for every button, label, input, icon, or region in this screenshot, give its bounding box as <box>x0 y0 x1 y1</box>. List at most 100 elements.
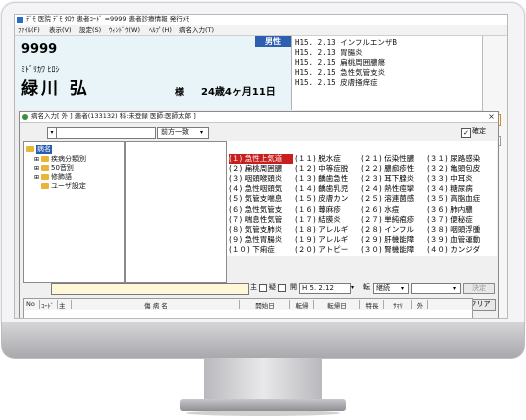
dropdown-arrow[interactable]: ▾ <box>47 127 57 139</box>
monitor-screen: ﾃﾞﾓ 医院 ﾃﾞﾓ ﾀﾛｳ 患者ｺｰﾄﾞ =9999 患者診療情報 発行ﾒﾓ … <box>14 14 508 319</box>
confirm-checkbox[interactable]: ✓ <box>461 128 471 138</box>
disease-grid-cell[interactable]: (１９) アレルギ <box>295 235 359 245</box>
disease-grid-cell[interactable]: (２２) 膿痂疹性 <box>361 164 425 174</box>
disease-grid-cell[interactable]: (３１) 尿路感染 <box>427 154 493 164</box>
disease-grid-cell[interactable]: (１３) 齲歯急性 <box>295 174 359 184</box>
disease-grid-cell[interactable]: (１８) アレルギ <box>295 225 359 235</box>
disease-grid-cell[interactable]: (２０) アトピー <box>295 245 359 255</box>
disease-grid-cell[interactable]: (３４) 糖尿病 <box>427 184 493 194</box>
monitor-stand-base <box>180 399 346 411</box>
menu-bar: ﾌｧｲﾙ(F) 表示(V) 設定(S) ｳｨﾝﾄﾞｳ(W) ﾍﾙﾌﾟ(H) 病名… <box>15 25 507 36</box>
dialog-title: 病名入力[ 外 ] 患者(133132) 科:未登録 医師:医師太郎 ] <box>31 112 196 120</box>
disease-grid-cell[interactable]: (４０) カンジダ <box>427 245 493 255</box>
disease-grid-cell[interactable]: (２８) インフル <box>361 225 425 235</box>
patient-id: 9999 <box>21 42 58 57</box>
disease-grid-cell[interactable]: (３０) 腎機能障 <box>361 245 425 255</box>
disease-grid-cell[interactable]: (９) 急性胃腸炎 <box>229 235 293 245</box>
patient-header: 9999 ﾐﾄﾞﾘｶﾜ ﾋﾛｼ 緑川 弘 様 24歳4ヶ月11日 <box>15 36 292 110</box>
disease-grid-cell[interactable]: (２５) 溶連菌感 <box>361 194 425 204</box>
disease-grid-cell[interactable]: (１４) 齲歯乳児 <box>295 184 359 194</box>
menu-item-disease-entry[interactable]: 病名入力(T) <box>179 26 214 35</box>
menu-item-view[interactable]: 表示(V) <box>49 26 72 35</box>
tree-label: 病名 <box>36 145 52 154</box>
outcome-value: 継続 <box>376 284 390 292</box>
column-header-code[interactable]: ｺｰﾄﾞ <box>41 300 58 310</box>
disease-grid-cell[interactable]: (１２) 中等症脱 <box>295 164 359 174</box>
register-button[interactable]: 決定 <box>463 283 495 294</box>
column-header-main[interactable]: 主 <box>59 300 72 310</box>
disease-name-input[interactable] <box>51 283 249 295</box>
disease-grid-cell[interactable]: (１７) 結膜炎 <box>295 215 359 225</box>
disease-grid-cell[interactable]: (３２) 亀頭包皮 <box>427 164 493 174</box>
dialog-title-bar: 病名入力[ 外 ] 患者(133132) 科:未登録 医師:医師太郎 ] × <box>20 112 498 123</box>
menu-item-window[interactable]: ｳｨﾝﾄﾞｳ(W) <box>109 26 140 35</box>
tree-label: 50音別 <box>51 164 74 172</box>
outcome-label: 転 <box>363 283 370 291</box>
outcome-select[interactable]: 継続 ▾ <box>373 283 409 294</box>
disease-grid-cell[interactable]: (２１) 伝染性膿 <box>361 154 425 164</box>
column-header-disease-name[interactable]: 傷 病 名 <box>73 300 240 310</box>
search-input[interactable] <box>50 127 156 139</box>
disease-grid-cell[interactable]: (１０) 下痢症 <box>229 245 293 255</box>
disease-grid-cell[interactable]: (５) 気管支喘息 <box>229 194 293 204</box>
entry-row: 主 疑 開 H 5. 2.12 ▾ 転 継続 ▾ ▾ 決定 <box>23 283 497 295</box>
disease-grid-cell[interactable]: (７) 喘息性気管 <box>229 215 293 225</box>
column-header-summary[interactable]: ｻﾏﾘ <box>385 300 412 310</box>
disease-grid-cell[interactable]: (４) 急性咽頭気 <box>229 184 293 194</box>
disease-grid-cell[interactable]: (１５) 皮膚カン <box>295 194 359 204</box>
expand-icon[interactable]: ⊞ <box>34 165 39 172</box>
doubt-checkbox[interactable] <box>278 284 286 292</box>
disease-grid-cell[interactable]: (８) 気管支肺炎 <box>229 225 293 235</box>
chevron-down-icon: ▾ <box>401 285 405 292</box>
menu-item-file[interactable]: ﾌｧｲﾙ(F) <box>18 26 40 35</box>
extra-select[interactable]: ▾ <box>411 283 461 294</box>
disease-grid-header <box>227 141 497 152</box>
start-date-value: H 5. 2.12 <box>302 284 334 292</box>
disease-grid-cell[interactable]: (３８) 咽頭浮腫 <box>427 225 493 235</box>
disease-history-panel: H15. 2.13 インフルエンザB H15. 2.13 胃腸炎 H15. 2.… <box>292 36 482 110</box>
disease-grid-cell[interactable]: (１６) 蕁麻疹 <box>295 205 359 215</box>
date-stepper[interactable]: ▾ <box>351 283 358 292</box>
disease-grid-cell[interactable]: (３７) 便秘症 <box>427 215 493 225</box>
disease-grid-cell[interactable]: (３６) 肺内膿 <box>427 205 493 215</box>
disease-grid-cell[interactable]: (２４) 熱性痙攣 <box>361 184 425 194</box>
disease-grid-cell[interactable]: (６) 急性気管支 <box>229 205 293 215</box>
main-checkbox[interactable] <box>259 284 267 292</box>
disease-grid-cell[interactable]: (３９) 血管運動 <box>427 235 493 245</box>
column-header-outcome-date[interactable]: 転帰日 <box>315 300 360 310</box>
history-item[interactable]: H15. 2.15 皮膚掻痒症 <box>295 77 378 88</box>
patient-age: 24歳4ヶ月11日 <box>201 87 276 98</box>
selected-disease-table-body[interactable] <box>23 310 473 318</box>
disease-grid-cell[interactable]: (１) 急性上気道 <box>229 154 293 164</box>
disease-grid-cell[interactable]: (３) 咽頭喉頭炎 <box>229 174 293 184</box>
patient-name: 緑川 弘 <box>21 79 90 99</box>
disease-grid-cell[interactable]: (１１) 脱水症 <box>295 154 359 164</box>
patient-sex-badge: 男性 <box>255 36 291 47</box>
menu-item-settings[interactable]: 設定(S) <box>79 26 101 35</box>
match-mode-select[interactable]: 前方一致 ▾ <box>157 127 209 139</box>
disease-grid-cell[interactable]: (２７) 単純疱疹 <box>361 215 425 225</box>
menu-item-help[interactable]: ﾍﾙﾌﾟ(H) <box>149 26 172 35</box>
column-header-no[interactable]: No <box>26 300 40 309</box>
column-header-outcome[interactable]: 転帰 <box>291 300 314 310</box>
close-icon[interactable]: × <box>486 112 497 121</box>
disease-grid-cell[interactable]: (２９) 肝機能障 <box>361 235 425 245</box>
disease-grid-cell[interactable]: (３３) 中耳炎 <box>427 174 493 184</box>
folder-icon <box>26 146 34 152</box>
disease-grid-cell[interactable]: (２) 扁桃周囲膿 <box>229 164 293 174</box>
main-label: 主 <box>250 283 257 291</box>
column-header-feature[interactable]: 特長 <box>361 300 384 310</box>
disease-sublist[interactable] <box>125 141 227 283</box>
disease-grid-cell[interactable]: (２３) 耳下腺炎 <box>361 174 425 184</box>
chevron-down-icon: ▾ <box>453 285 457 292</box>
start-date-field[interactable]: H 5. 2.12 <box>299 283 351 294</box>
match-mode-value: 前方一致 <box>161 128 189 136</box>
expand-icon[interactable]: ⊞ <box>34 174 39 181</box>
column-header-start-date[interactable]: 開始日 <box>241 300 290 310</box>
app-icon <box>17 17 23 23</box>
disease-entry-dialog: 病名入力[ 外 ] 患者(133132) 科:未登録 医師:医師太郎 ] × ▾… <box>19 111 499 318</box>
expand-icon[interactable]: ⊞ <box>34 156 39 163</box>
column-header-outpatient[interactable]: 外 <box>413 300 428 310</box>
disease-grid-cell[interactable]: (３５) 高脂血症 <box>427 194 493 204</box>
disease-grid-cell[interactable]: (２６) 水痘 <box>361 205 425 215</box>
